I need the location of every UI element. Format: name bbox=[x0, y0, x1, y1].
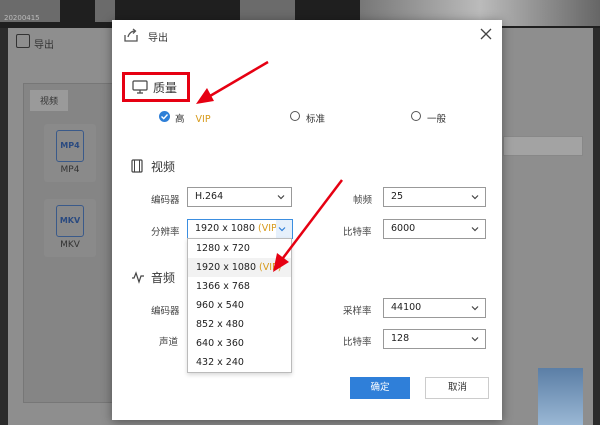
format-label: MKV bbox=[60, 240, 80, 250]
audio-section-label: 音频 bbox=[151, 271, 176, 285]
audio-encoder-label: 编码器 bbox=[151, 306, 180, 317]
video-resolution-label: 分辨率 bbox=[151, 227, 180, 238]
video-framerate-label: 帧频 bbox=[353, 195, 373, 206]
video-section-label: 视频 bbox=[151, 160, 176, 174]
audio-bitrate-select[interactable]: 128 bbox=[383, 329, 486, 349]
background-format-mkv: MKV MKV bbox=[44, 199, 96, 257]
audio-bitrate-value: 128 bbox=[391, 333, 410, 344]
check-icon bbox=[161, 114, 169, 120]
audio-samplerate-value: 44100 bbox=[391, 302, 422, 313]
audio-wave-icon bbox=[132, 271, 144, 284]
video-framerate-value: 25 bbox=[391, 191, 404, 202]
audio-samplerate-select[interactable]: 44100 bbox=[383, 298, 486, 318]
quality-normal-radio[interactable] bbox=[411, 111, 421, 121]
chevron-down-icon bbox=[471, 195, 479, 200]
background-thumbnail bbox=[240, 0, 295, 22]
background-thumbnail bbox=[95, 0, 115, 22]
video-bitrate-value: 6000 bbox=[391, 223, 416, 234]
dialog-title: 导出 bbox=[148, 33, 168, 44]
resolution-option[interactable]: 1366 x 768 bbox=[188, 277, 291, 296]
video-encoder-value: H.264 bbox=[195, 191, 224, 202]
vip-badge: VIP bbox=[195, 114, 211, 125]
quality-high-label: 高 VIP bbox=[175, 114, 211, 125]
background-dialog-title: 导出 bbox=[34, 40, 54, 51]
export-icon bbox=[16, 34, 30, 48]
background-format-panel: 视频 MP4 MP4 MKV MKV bbox=[23, 83, 118, 403]
mp4-file-icon: MP4 bbox=[56, 130, 84, 162]
audio-samplerate-label: 采样率 bbox=[343, 306, 372, 317]
resolution-dropdown-list: 1280 x 720 1920 x 1080 (VIP) 1366 x 768 … bbox=[187, 238, 292, 373]
video-bitrate-select[interactable]: 6000 bbox=[383, 219, 486, 239]
format-label: MP4 bbox=[60, 165, 80, 175]
ok-button[interactable]: 确定 bbox=[350, 377, 410, 399]
chevron-down-icon bbox=[471, 227, 479, 232]
mkv-file-icon: MKV bbox=[56, 205, 84, 237]
annotation-highlight-box bbox=[122, 72, 190, 102]
background-path-input bbox=[503, 136, 583, 156]
chevron-down-icon bbox=[278, 227, 286, 232]
resolution-option[interactable]: 960 x 540 bbox=[188, 296, 291, 315]
video-framerate-select[interactable]: 25 bbox=[383, 187, 486, 207]
resolution-option[interactable]: 640 x 360 bbox=[188, 334, 291, 353]
chevron-down-icon bbox=[277, 195, 285, 200]
quality-standard-label: 标准 bbox=[306, 114, 326, 125]
resolution-option[interactable]: 432 x 240 bbox=[188, 353, 291, 372]
resolution-option[interactable]: 1280 x 720 bbox=[188, 239, 291, 258]
video-resolution-select[interactable]: 1920 x 1080 (VIP) bbox=[187, 219, 293, 239]
background-format-mp4: MP4 MP4 bbox=[44, 124, 96, 182]
chevron-down-icon bbox=[471, 337, 479, 342]
export-icon bbox=[124, 28, 138, 42]
video-encoder-select[interactable]: H.264 bbox=[187, 187, 292, 207]
vip-badge: (VIP) bbox=[259, 262, 282, 273]
quality-high-radio[interactable] bbox=[159, 111, 170, 122]
quality-normal-label: 一般 bbox=[427, 114, 447, 125]
audio-bitrate-label: 比特率 bbox=[343, 337, 372, 348]
cancel-button[interactable]: 取消 bbox=[425, 377, 489, 399]
close-icon[interactable] bbox=[478, 26, 494, 42]
video-encoder-label: 编码器 bbox=[151, 195, 180, 206]
background-thumbnail bbox=[538, 368, 583, 425]
background-clip-label: 20200415 bbox=[4, 14, 40, 22]
quality-standard-radio[interactable] bbox=[290, 111, 300, 121]
dialog-header: 导出 bbox=[112, 20, 502, 50]
resolution-option-selected[interactable]: 1920 x 1080 (VIP) bbox=[188, 258, 291, 277]
video-resolution-value: 1920 x 1080 (VIP) bbox=[195, 223, 281, 234]
audio-channel-label: 声道 bbox=[159, 337, 179, 348]
film-icon bbox=[131, 159, 143, 173]
video-bitrate-label: 比特率 bbox=[343, 227, 372, 238]
resolution-option[interactable]: 852 x 480 bbox=[188, 315, 291, 334]
chevron-down-icon bbox=[471, 306, 479, 311]
background-tab-video: 视频 bbox=[30, 90, 69, 111]
